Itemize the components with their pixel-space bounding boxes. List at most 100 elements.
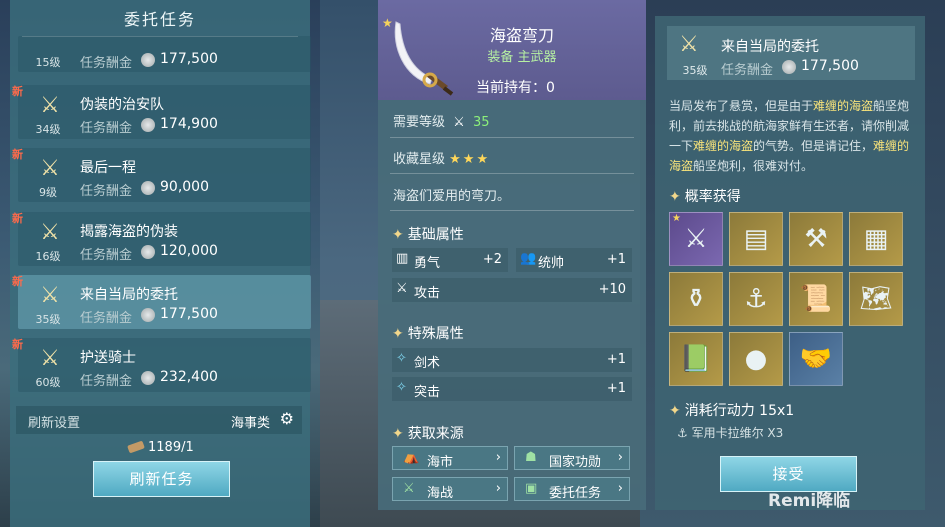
- drop-label: 概率获得: [684, 189, 741, 205]
- reward-amount: 120,000: [160, 243, 218, 259]
- panel-title: 委托任务: [123, 10, 196, 29]
- swordsmanship-icon: ✧: [396, 351, 407, 366]
- mission-level: 60级: [35, 376, 61, 389]
- special-attributes-label: 特殊属性: [407, 326, 464, 342]
- drop-item-scroll[interactable]: 📜: [789, 272, 843, 326]
- mission-level: 15级: [35, 56, 61, 69]
- tools-icon: ⚒: [804, 224, 828, 254]
- source-naval-battle-button[interactable]: ⚔ 海战 ›: [392, 477, 508, 501]
- mission-level: 35级: [682, 64, 708, 77]
- divider: [390, 137, 634, 138]
- scroll-icon: 📜: [799, 284, 833, 314]
- mission-item[interactable]: 15级 任务酬金 177,500: [18, 36, 311, 72]
- mission-item[interactable]: 新 ⚔ 34级 伪装的治安队 任务酬金 174,900: [12, 85, 311, 139]
- cannonballs-icon: ●: [744, 344, 768, 374]
- courage-icon: ▥: [396, 251, 409, 266]
- coin-icon: [141, 118, 155, 132]
- item-detail-card: ★ 海盗弯刀 装备 主武器 当前持有：0 需要等级 ⚔ 35 收藏星级 ★★★ …: [378, 0, 646, 510]
- new-badge: 新: [12, 85, 23, 98]
- assault-icon: ✧: [396, 380, 407, 395]
- special-attributes-title: ✦ 特殊属性: [392, 323, 464, 343]
- drop-item-goods[interactable]: ⚱: [669, 272, 723, 326]
- stat-name: 攻击: [414, 286, 441, 301]
- divider: [390, 173, 634, 174]
- source-national-merit-button[interactable]: ☗ 国家功勋 ›: [514, 446, 630, 470]
- ship-icon: ⚓: [677, 426, 692, 440]
- stat-attack: ⚔ 攻击 +10: [392, 278, 632, 302]
- reward-amount: 177,500: [160, 51, 218, 67]
- source-label: 委托任务: [549, 486, 602, 501]
- stat-name: 统帅: [538, 256, 565, 271]
- stat-courage: ▥ 勇气 +2: [392, 248, 508, 272]
- reward-amount: 177,500: [160, 306, 218, 322]
- reward-label: 任务酬金: [80, 184, 133, 199]
- source-commission-button[interactable]: ▣ 委托任务 ›: [514, 477, 630, 501]
- gear-icon[interactable]: ⚙: [280, 409, 294, 428]
- chat-icon: ▣: [525, 481, 538, 496]
- mission-detail-panel: ⚔ 35级 来自当局的委托 任务酬金 177,500 当局发布了悬赏，但是由于难…: [655, 16, 925, 510]
- drop-item-coin[interactable]: ⚓: [729, 272, 783, 326]
- sparkle-icon: ✦: [669, 189, 681, 205]
- merit-icon: ☗: [525, 450, 537, 465]
- refresh-category: 海事类: [230, 416, 270, 431]
- chevron-right-icon: ›: [495, 481, 501, 496]
- mission-item[interactable]: 新 ⚔ 16级 揭露海盗的伪装 任务酬金 120,000: [12, 212, 311, 266]
- sparkle-icon: ✦: [669, 403, 681, 419]
- stat-assault: ✧ 突击 +1: [392, 377, 632, 401]
- refresh-missions-button[interactable]: 刷新任务: [93, 461, 230, 497]
- reward-amount: 174,900: [160, 116, 218, 132]
- people-icon: 👥: [520, 251, 537, 266]
- handshake-icon: 🤝: [799, 344, 833, 374]
- mission-item[interactable]: 新 ⚔ 60级 护送骑士 任务酬金 232,400: [12, 338, 311, 392]
- mission-item-selected[interactable]: 新 ⚔ 35级 来自当局的委托 任务酬金 177,500: [12, 275, 311, 329]
- source-market-button[interactable]: ⛺ 海市 ›: [392, 446, 508, 470]
- mission-name: 最后一程: [80, 160, 136, 176]
- consume-item-text: 军用卡拉维尔 X3: [691, 426, 784, 440]
- drop-item-tools[interactable]: ⚒: [789, 212, 843, 266]
- consume-label: 消耗行动力 15x1: [684, 403, 795, 419]
- item-type: 装备 主武器: [487, 50, 557, 65]
- reward-label: 任务酬金: [80, 121, 133, 136]
- mission-level: 9级: [39, 186, 57, 199]
- sparkle-icon: ✦: [392, 326, 404, 342]
- rarity-stars: ★★★: [449, 152, 491, 167]
- mission-item[interactable]: 新 ⚔ 9级 最后一程 任务酬金 90,000: [12, 148, 311, 202]
- stat-name: 突击: [414, 385, 441, 400]
- mission-name: 揭露海盗的伪装: [80, 224, 178, 240]
- manual-icon: 📗: [679, 344, 713, 374]
- crossed-swords-icon: ⚔: [40, 283, 60, 308]
- mission-name: 伪装的治安队: [80, 97, 164, 113]
- rarity-label: 收藏星级: [393, 152, 446, 167]
- base-attributes-label: 基础属性: [407, 227, 464, 243]
- mission-name: 来自当局的委托: [80, 287, 178, 303]
- new-badge: 新: [12, 338, 23, 351]
- mission-level: 16级: [35, 250, 61, 263]
- drop-item-manual[interactable]: 📗: [669, 332, 723, 386]
- market-icon: ⛺: [403, 450, 420, 465]
- consume-title: ✦ 消耗行动力 15x1: [669, 400, 794, 420]
- source-label: 海市: [427, 455, 454, 470]
- drop-item-cannon[interactable]: ▤: [729, 212, 783, 266]
- reward-amount: 177,500: [801, 58, 859, 74]
- source-label: 海战: [427, 486, 454, 501]
- refresh-settings-bar[interactable]: 刷新设置 海事类 ⚙: [16, 406, 302, 434]
- source-title: ✦ 获取来源: [392, 423, 464, 443]
- stat-name: 勇气: [414, 256, 441, 271]
- drop-item-map[interactable]: 🗺: [849, 272, 903, 326]
- mission-description: 当局发布了悬赏，但是由于难缠的海盗船坚炮利，前去挑战的航海家鲜有生还者，请你削减…: [669, 96, 915, 176]
- drop-item-handshake[interactable]: 🤝: [789, 332, 843, 386]
- reward-label: 任务酬金: [721, 63, 774, 78]
- crossed-swords-icon: ⚔: [40, 346, 60, 371]
- required-level-label: 需要等级: [393, 115, 446, 130]
- drop-item-books[interactable]: ▦: [849, 212, 903, 266]
- drop-item-scimitar[interactable]: ★ ⚔: [669, 212, 723, 266]
- reward-amount: 90,000: [160, 179, 209, 195]
- mission-level: 34级: [35, 123, 61, 136]
- crossed-swords-icon: ⚔: [40, 93, 60, 118]
- crossed-swords-icon: ⚔: [453, 115, 465, 130]
- desc-text: 当局发布了悬赏，但是由于: [669, 99, 814, 113]
- coin-icon: [141, 308, 155, 322]
- coin-icon: [782, 60, 796, 74]
- base-attributes-title: ✦ 基础属性: [392, 224, 464, 244]
- drop-item-cannonballs[interactable]: ●: [729, 332, 783, 386]
